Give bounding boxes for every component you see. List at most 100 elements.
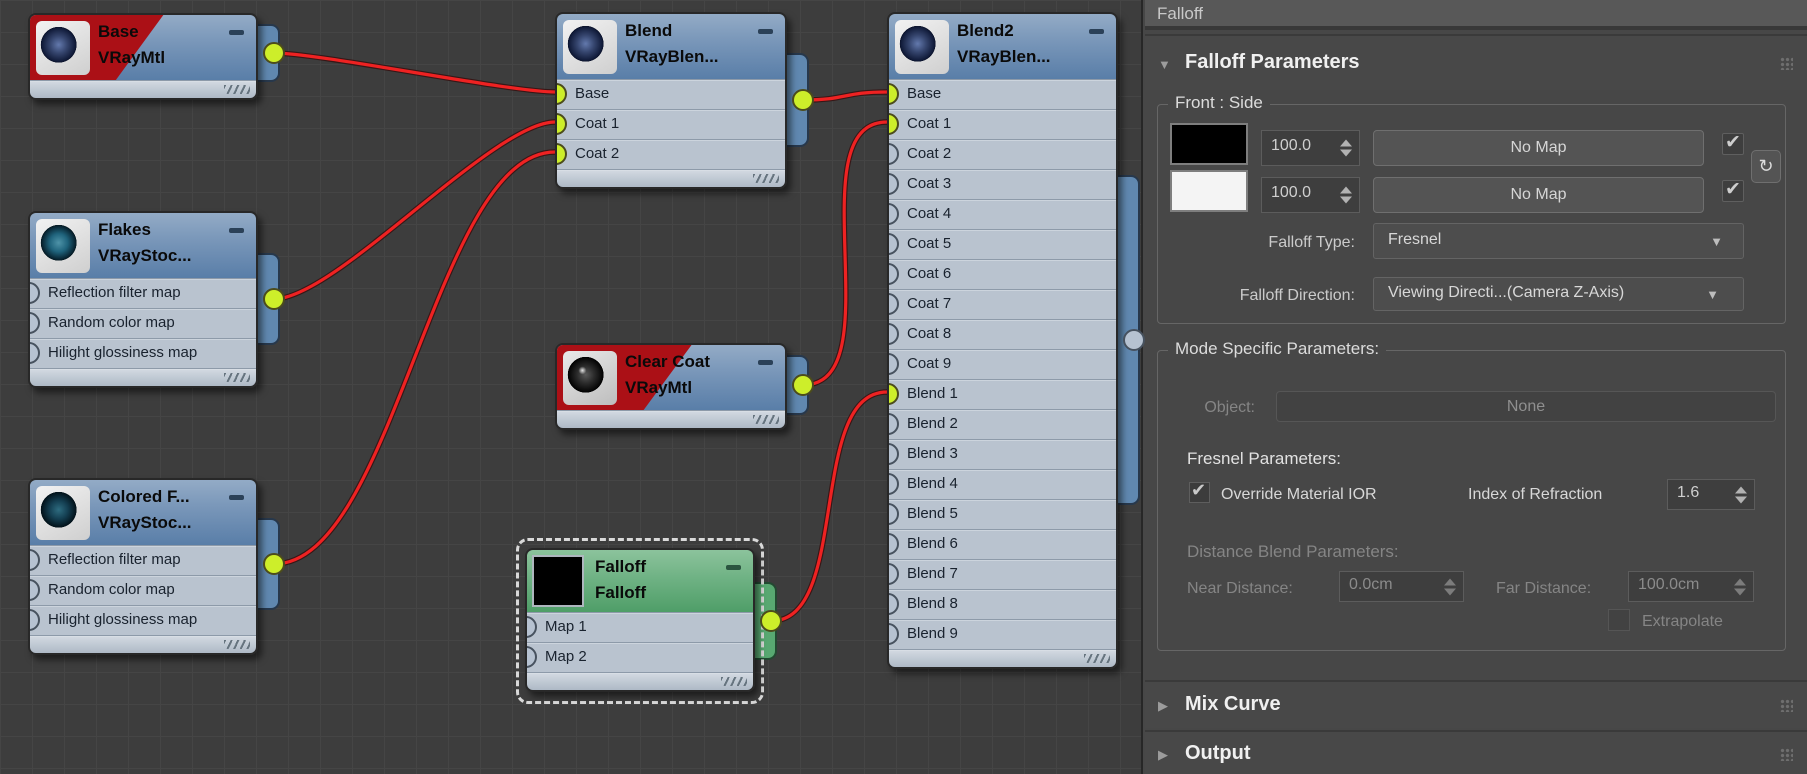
- resize-grip-icon[interactable]: [1084, 654, 1110, 663]
- output-socket-icon[interactable]: [263, 553, 285, 575]
- material-node-flakes[interactable]: Flakes VRayStoc... Reflection filter map Ra…: [28, 211, 285, 388]
- node-resize-footer[interactable]: [557, 410, 785, 428]
- node-resize-footer[interactable]: [527, 672, 753, 690]
- material-node-blend2[interactable]: Blend2 VRayBlen... Base Coat 1 Coat 2 Coat 3 C…: [887, 12, 1145, 669]
- resize-grip-icon[interactable]: [224, 373, 250, 382]
- falloff-type-dropdown[interactable]: Fresnel ▼: [1373, 223, 1744, 259]
- input-socket-icon[interactable]: [889, 143, 899, 165]
- ior-spinner[interactable]: 1.6: [1667, 479, 1755, 510]
- node-body[interactable]: Blend VRayBlen... Base Coat 1 Coat 2: [555, 12, 787, 189]
- output-socket-icon[interactable]: [1123, 329, 1145, 351]
- resize-grip-icon[interactable]: [224, 640, 250, 649]
- side-map-enable-checkbox[interactable]: ✔: [1722, 179, 1744, 202]
- rollout-mix-curve[interactable]: ▶ Mix Curve: [1145, 680, 1807, 728]
- input-socket-icon[interactable]: [30, 549, 40, 571]
- input-socket-icon[interactable]: [889, 203, 899, 225]
- node-body[interactable]: Blend2 VRayBlen... Base Coat 1 Coat 2 Coat 3 C…: [887, 12, 1118, 669]
- input-socket-icon[interactable]: [889, 473, 899, 495]
- material-node-falloff[interactable]: Falloff Falloff Map 1 Map 2: [516, 538, 782, 704]
- input-socket-icon[interactable]: [557, 143, 567, 165]
- input-socket-icon[interactable]: [889, 533, 899, 555]
- input-socket-icon[interactable]: [889, 323, 899, 345]
- spinner-arrows-icon[interactable]: [1735, 486, 1747, 503]
- swap-colors-button[interactable]: ↻: [1751, 150, 1781, 183]
- rollout-grip-icon[interactable]: [1780, 57, 1793, 70]
- node-header[interactable]: Colored F... VRayStoc...: [30, 480, 256, 545]
- node-body[interactable]: Clear Coat VRayMtl: [555, 343, 787, 430]
- output-socket-icon[interactable]: [263, 42, 285, 64]
- input-socket-icon[interactable]: [30, 342, 40, 364]
- input-socket-icon[interactable]: [527, 616, 537, 638]
- spinner-arrows-icon[interactable]: [1340, 186, 1352, 204]
- node-header[interactable]: Flakes VRayStoc...: [30, 213, 256, 278]
- input-socket-icon[interactable]: [30, 579, 40, 601]
- resize-grip-icon[interactable]: [721, 677, 747, 686]
- minimize-icon[interactable]: [758, 29, 773, 34]
- material-node-base[interactable]: Base VRayMtl: [28, 13, 285, 100]
- input-socket-icon[interactable]: [889, 353, 899, 375]
- front-amount-spinner[interactable]: 100.0: [1261, 130, 1360, 166]
- node-resize-footer[interactable]: [30, 80, 256, 98]
- node-header[interactable]: Clear Coat VRayMtl: [557, 345, 785, 410]
- output-socket-icon[interactable]: [263, 288, 285, 310]
- minimize-icon[interactable]: [1089, 29, 1104, 34]
- minimize-icon[interactable]: [726, 565, 741, 570]
- input-socket-icon[interactable]: [527, 646, 537, 668]
- input-socket-icon[interactable]: [557, 83, 567, 105]
- node-body[interactable]: Base VRayMtl: [28, 13, 258, 100]
- resize-grip-icon[interactable]: [753, 415, 779, 424]
- spinner-arrows-icon[interactable]: [1340, 139, 1352, 157]
- front-color-swatch[interactable]: [1170, 123, 1248, 165]
- minimize-icon[interactable]: [229, 30, 244, 35]
- output-socket-icon[interactable]: [792, 89, 814, 111]
- node-header[interactable]: Blend VRayBlen...: [557, 14, 785, 79]
- input-socket-icon[interactable]: [889, 83, 899, 105]
- node-header[interactable]: Base VRayMtl: [30, 15, 256, 80]
- node-graph-canvas[interactable]: Base VRayMtl Flakes VRayStoc... Reflection f…: [0, 0, 1145, 774]
- input-socket-icon[interactable]: [889, 623, 899, 645]
- material-node-clearcoat[interactable]: Clear Coat VRayMtl: [555, 343, 814, 430]
- falloff-direction-dropdown[interactable]: Viewing Directi...(Camera Z-Axis) ▼: [1373, 277, 1744, 311]
- input-socket-icon[interactable]: [889, 503, 899, 525]
- input-socket-icon[interactable]: [30, 312, 40, 334]
- minimize-icon[interactable]: [758, 360, 773, 365]
- input-socket-icon[interactable]: [889, 593, 899, 615]
- input-socket-icon[interactable]: [889, 233, 899, 255]
- material-node-blend[interactable]: Blend VRayBlen... Base Coat 1 Coat 2: [555, 12, 814, 189]
- front-map-enable-checkbox[interactable]: ✔: [1722, 132, 1744, 155]
- material-node-colored[interactable]: Colored F... VRayStoc... Reflection filter…: [28, 478, 285, 655]
- input-socket-icon[interactable]: [889, 413, 899, 435]
- input-socket-icon[interactable]: [30, 609, 40, 631]
- node-resize-footer[interactable]: [30, 368, 256, 386]
- input-socket-icon[interactable]: [889, 173, 899, 195]
- input-socket-icon[interactable]: [889, 443, 899, 465]
- node-body[interactable]: Colored F... VRayStoc... Reflection filter…: [28, 478, 258, 655]
- input-socket-icon[interactable]: [889, 563, 899, 585]
- front-map-button[interactable]: No Map: [1373, 130, 1704, 166]
- side-amount-spinner[interactable]: 100.0: [1261, 177, 1360, 213]
- node-resize-footer[interactable]: [30, 635, 256, 653]
- input-socket-icon[interactable]: [889, 113, 899, 135]
- node-header[interactable]: Falloff Falloff: [527, 550, 753, 612]
- rollout-falloff-parameters[interactable]: ▼ Falloff Parameters: [1145, 34, 1807, 90]
- node-body[interactable]: Flakes VRayStoc... Reflection filter map Ra…: [28, 211, 258, 388]
- input-socket-icon[interactable]: [889, 263, 899, 285]
- minimize-icon[interactable]: [229, 495, 244, 500]
- minimize-icon[interactable]: [229, 228, 244, 233]
- input-socket-icon[interactable]: [889, 293, 899, 315]
- resize-grip-icon[interactable]: [224, 85, 250, 94]
- node-resize-footer[interactable]: [889, 649, 1116, 667]
- output-socket-icon[interactable]: [760, 610, 782, 632]
- node-resize-footer[interactable]: [557, 169, 785, 187]
- resize-grip-icon[interactable]: [753, 174, 779, 183]
- input-socket-icon[interactable]: [889, 383, 899, 405]
- input-socket-icon[interactable]: [557, 113, 567, 135]
- rollout-grip-icon[interactable]: [1780, 699, 1793, 712]
- node-header[interactable]: Blend2 VRayBlen...: [889, 14, 1116, 79]
- output-socket-icon[interactable]: [792, 374, 814, 396]
- rollout-grip-icon[interactable]: [1780, 748, 1793, 761]
- input-socket-icon[interactable]: [30, 282, 40, 304]
- node-body[interactable]: Falloff Falloff Map 1 Map 2: [525, 548, 755, 692]
- side-map-button[interactable]: No Map: [1373, 177, 1704, 213]
- override-ior-checkbox[interactable]: ✔: [1189, 480, 1210, 503]
